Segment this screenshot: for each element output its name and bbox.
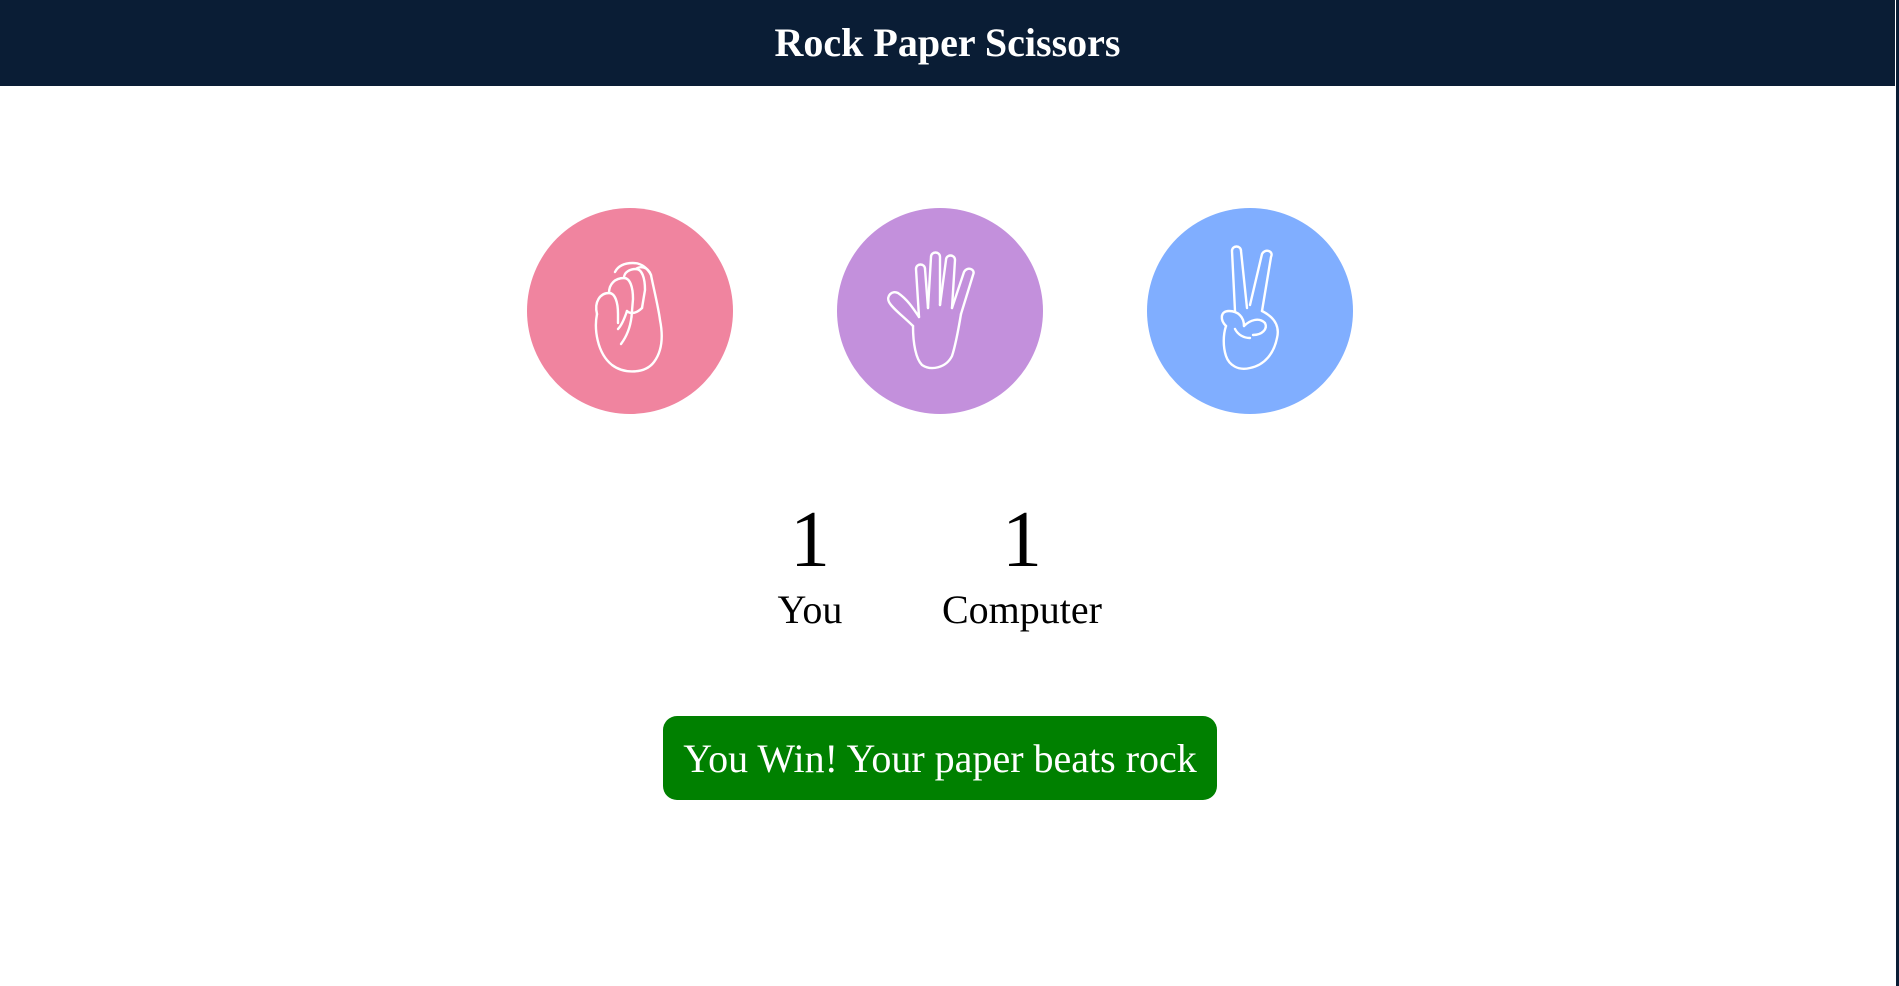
page-title: Rock Paper Scissors xyxy=(774,19,1121,65)
rock-button[interactable] xyxy=(527,208,733,414)
player-score: 1 You xyxy=(760,500,860,630)
scissors-button[interactable] xyxy=(1147,208,1353,414)
player-score-value: 1 xyxy=(790,496,830,584)
peace-sign-icon xyxy=(1220,245,1279,370)
open-hand-icon xyxy=(887,251,975,370)
fist-icon xyxy=(594,261,663,373)
computer-score: 1 Computer xyxy=(922,500,1122,630)
app-header: Rock Paper Scissors xyxy=(0,0,1895,86)
computer-score-value: 1 xyxy=(1002,496,1042,584)
paper-button[interactable] xyxy=(837,208,1043,414)
result-message: You Win! Your paper beats rock xyxy=(663,716,1217,800)
player-score-label: You xyxy=(777,587,843,632)
computer-score-label: Computer xyxy=(942,587,1102,632)
